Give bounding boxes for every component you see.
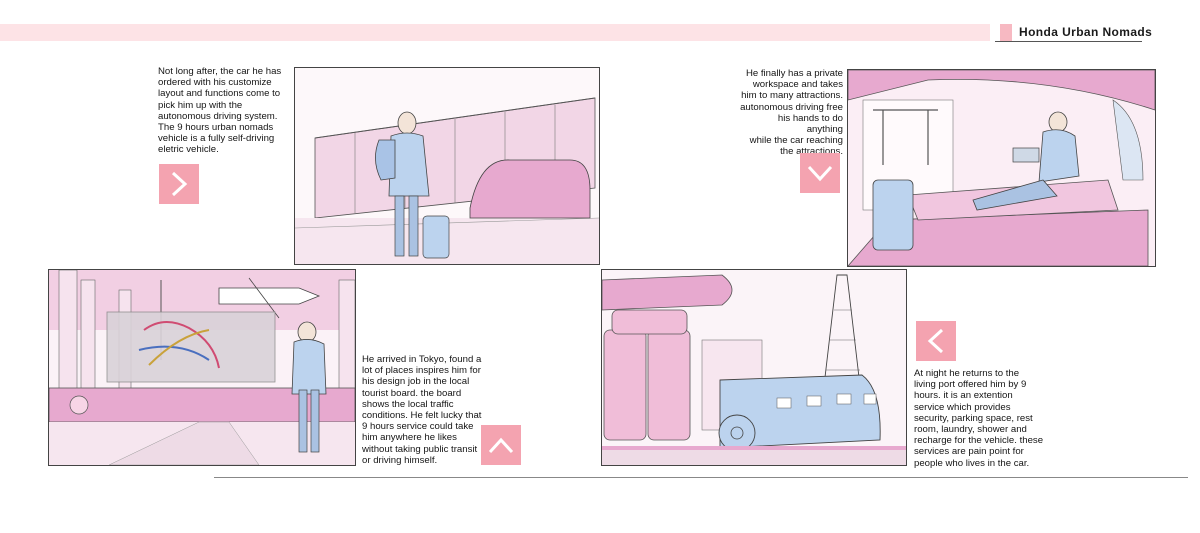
panel-tokyo-board: [48, 269, 356, 466]
chevron-up-icon: [488, 437, 514, 454]
panel-living-port: [601, 269, 907, 466]
chevron-left-icon: [927, 328, 944, 354]
panel-vehicle-workspace: [847, 69, 1156, 267]
footer-divider: [214, 477, 1188, 478]
back-arrow-button[interactable]: [916, 321, 956, 361]
header-accent-square: [1000, 24, 1012, 41]
tokyo-board-illustration: [49, 270, 355, 465]
caption-pickup: Not long after, the car he has ordered w…: [158, 66, 282, 156]
chevron-down-icon: [807, 165, 833, 182]
down-arrow-button[interactable]: [800, 153, 840, 193]
caption-living-port: At night he returns to the living port o…: [914, 368, 1044, 469]
station-pickup-illustration: [295, 68, 599, 264]
header-underline: [995, 41, 1142, 42]
caption-workspace: He finally has a private workspace and t…: [740, 68, 843, 158]
header-title: Honda Urban Nomads: [1019, 25, 1153, 39]
chevron-right-icon: [171, 171, 188, 197]
panel-station-pickup: [294, 67, 600, 265]
next-arrow-button[interactable]: [159, 164, 199, 204]
vehicle-workspace-illustration: [848, 70, 1155, 266]
header-band: [0, 24, 990, 41]
living-port-illustration: [602, 270, 906, 465]
up-arrow-button[interactable]: [481, 425, 521, 465]
